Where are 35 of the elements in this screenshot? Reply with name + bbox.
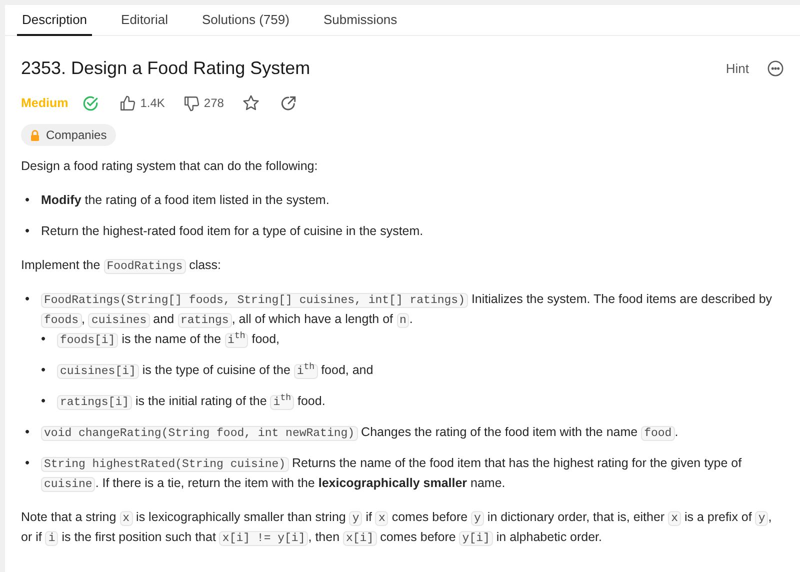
tab[interactable]: Editorial xyxy=(116,5,173,36)
bullet: • xyxy=(41,392,47,410)
companies-tag[interactable]: Companies xyxy=(21,124,116,146)
hint-button[interactable]: Hint xyxy=(726,60,749,76)
description-text: void changeRating(String food, int newRating) Changes the rating of the food item with the name food . xyxy=(41,422,784,442)
tab[interactable]: Submissions xyxy=(318,5,402,36)
more-options-icon[interactable] xyxy=(767,60,784,76)
problem-title: 2353. Design a Food Rating System xyxy=(21,58,312,78)
bullet: • xyxy=(41,330,47,348)
bullet: • xyxy=(25,290,31,308)
description-text: Design a food rating system that can do the following: xyxy=(21,158,319,175)
thumbs-down-icon xyxy=(182,94,200,112)
thumbs-up-icon xyxy=(119,94,136,112)
share-icon[interactable] xyxy=(280,94,297,112)
description-text: FoodRatings(String[] foods, String[] cuisines, int[] ratings) Initializes the system. The food items are described by foods , cuisines and ratings , all of which have a length of n . xyxy=(41,289,784,329)
description-text: ratings[i] is the initial rating of the i$^{th}$ food. xyxy=(57,391,784,411)
description-text: Return the highest-rated food item for a type of cuisine in the system. xyxy=(41,223,424,240)
bullet: • xyxy=(25,222,31,240)
description-text: cuisines[i] is the type of cuisine of the i$^{th}$ food, and xyxy=(57,360,784,380)
tab[interactable]: Solutions (759) xyxy=(197,5,294,36)
star-icon[interactable] xyxy=(242,94,260,112)
description-text: Note that a string x is lexicographically smaller than string y if x comes before y in dictionary order, that is, either x is a prefix of y , or if i is the first position such that x[i] != y[i] , then x[i] comes before y[i] in alphabetic order. xyxy=(21,509,773,547)
dislike-count: 278 xyxy=(204,95,224,112)
description-text: String highestRated(String cuisine) Returns the name of the food item that has the highest rating for the given type of cuisine . If there is a tie, return the item with the lexicographically smaller name. xyxy=(41,453,784,493)
description-text: Modify the rating of a food item listed in the system. xyxy=(41,192,330,209)
bullet: • xyxy=(25,423,31,441)
bullet: • xyxy=(25,454,31,472)
difficulty-label: Medium xyxy=(21,95,68,112)
description-text: foods[i] is the name of the i$^{th}$ food, xyxy=(57,329,784,349)
lock-icon xyxy=(30,130,40,140)
tab[interactable]: Description xyxy=(17,5,92,36)
bullet: • xyxy=(41,361,47,379)
description-text: Implement the FoodRatings class: xyxy=(21,257,222,275)
like-count: 1.4K xyxy=(140,95,165,112)
bullet: • xyxy=(25,191,31,209)
